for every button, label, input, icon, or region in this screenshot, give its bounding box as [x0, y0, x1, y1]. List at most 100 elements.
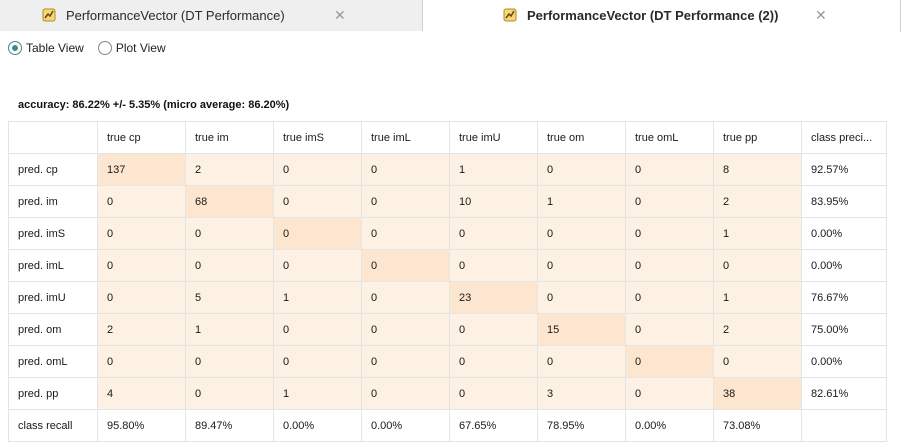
matrix-cell: 0: [449, 313, 538, 346]
matrix-cell: 0: [449, 249, 538, 282]
matrix-cell: 0: [185, 249, 274, 282]
performance-vector-icon: [503, 8, 517, 22]
plot-view-label: Plot View: [115, 41, 166, 55]
matrix-cell: 1: [185, 313, 274, 346]
table-row: pred. imS 0 0 0 0 0 0 0 1 0.00%: [8, 217, 887, 250]
matrix-cell: 0: [713, 345, 802, 378]
matrix-cell: 0: [97, 249, 186, 282]
matrix-cell: 8: [713, 153, 802, 186]
table-view-label: Table View: [26, 41, 84, 55]
row-label: pred. imL: [8, 249, 98, 282]
class-recall-cell: 89.47%: [185, 409, 274, 442]
column-header[interactable]: true imL: [361, 121, 450, 154]
column-header[interactable]: true omL: [625, 121, 714, 154]
matrix-cell: 0: [449, 217, 538, 250]
matrix-cell: 2: [97, 313, 186, 346]
matrix-cell: 0: [537, 153, 626, 186]
matrix-cell: 0: [537, 217, 626, 250]
class-precision-cell: 82.61%: [801, 377, 887, 410]
matrix-cell: 23: [449, 281, 538, 314]
matrix-cell: 0: [361, 377, 450, 410]
class-recall-cell: 0.00%: [625, 409, 714, 442]
class-recall-row: class recall 95.80% 89.47% 0.00% 0.00% 67.65%…: [8, 409, 887, 442]
table-row: pred. im 0 68 0 0 10 1 0 2 83.95%: [8, 185, 887, 218]
matrix-cell: 0: [361, 313, 450, 346]
row-label: pred. cp: [8, 153, 98, 186]
column-header[interactable]: true pp: [713, 121, 802, 154]
matrix-cell: 0: [361, 185, 450, 218]
matrix-cell: 1: [713, 281, 802, 314]
matrix-cell: 1: [273, 281, 362, 314]
matrix-cell: 0: [713, 249, 802, 282]
class-precision-cell: 75.00%: [801, 313, 887, 346]
matrix-cell: 0: [185, 377, 274, 410]
column-header[interactable]: true cp: [97, 121, 186, 154]
matrix-cell: 0: [625, 185, 714, 218]
class-recall-cell: 67.65%: [449, 409, 538, 442]
matrix-cell: 15: [537, 313, 626, 346]
matrix-cell: 2: [713, 313, 802, 346]
matrix-cell: 0: [625, 377, 714, 410]
row-label: pred. imU: [8, 281, 98, 314]
tab-label: PerformanceVector (DT Performance): [66, 8, 285, 23]
class-recall-cell: 78.95%: [537, 409, 626, 442]
column-header[interactable]: class preci...: [801, 121, 887, 154]
row-label: pred. pp: [8, 377, 98, 410]
tab-label: PerformanceVector (DT Performance (2)): [527, 8, 779, 23]
performance-vector-icon: [42, 8, 56, 22]
row-label: pred. omL: [8, 345, 98, 378]
matrix-cell: 0: [273, 217, 362, 250]
matrix-cell: 0: [273, 249, 362, 282]
matrix-cell: 1: [273, 377, 362, 410]
confusion-matrix-table: true cp true im true imS true imL true imU tr…: [8, 121, 887, 442]
close-icon[interactable]: ✕: [334, 7, 346, 24]
column-header[interactable]: true om: [537, 121, 626, 154]
plot-view-radio[interactable]: Plot View: [97, 41, 166, 55]
matrix-cell: 0: [273, 153, 362, 186]
matrix-cell: 0: [361, 217, 450, 250]
column-header[interactable]: [8, 121, 98, 154]
class-recall-cell: 0.00%: [273, 409, 362, 442]
table-view-radio[interactable]: Table View: [8, 41, 84, 55]
radio-unselected-icon[interactable]: [97, 41, 112, 55]
matrix-cell: 1: [537, 185, 626, 218]
row-label: pred. imS: [8, 217, 98, 250]
matrix-cell: 0: [625, 345, 714, 378]
table-row: pred. pp 4 0 1 0 0 3 0 38 82.61%: [8, 377, 887, 410]
table-header-row: true cp true im true imS true imL true imU tr…: [8, 121, 887, 154]
matrix-cell: 0: [361, 345, 450, 378]
matrix-cell: 137: [97, 153, 186, 186]
matrix-cell: 0: [625, 281, 714, 314]
radio-selected-icon[interactable]: [8, 41, 22, 55]
class-recall-cell: [801, 409, 887, 442]
editor-tab-bar: PerformanceVector (DT Performance) ✕ Per…: [0, 0, 901, 32]
matrix-cell: 5: [185, 281, 274, 314]
tab-performance-vector[interactable]: PerformanceVector (DT Performance) ✕: [0, 0, 423, 31]
matrix-cell: 0: [185, 217, 274, 250]
table-row: pred. imU 0 5 1 0 23 0 0 1 76.67%: [8, 281, 887, 314]
matrix-cell: 0: [97, 185, 186, 218]
matrix-cell: 0: [361, 153, 450, 186]
matrix-cell: 4: [97, 377, 186, 410]
column-header[interactable]: true imU: [449, 121, 538, 154]
close-icon[interactable]: ✕: [815, 7, 827, 24]
matrix-cell: 1: [449, 153, 538, 186]
table-row: pred. cp 137 2 0 0 1 0 0 8 92.57%: [8, 153, 887, 186]
view-selector: Table View Plot View: [8, 40, 180, 56]
class-precision-cell: 0.00%: [801, 217, 887, 250]
class-precision-cell: 0.00%: [801, 345, 887, 378]
column-header[interactable]: true im: [185, 121, 274, 154]
matrix-cell: 38: [713, 377, 802, 410]
class-precision-cell: 76.67%: [801, 281, 887, 314]
tab-performance-vector-2[interactable]: PerformanceVector (DT Performance (2)) ✕: [423, 0, 901, 32]
matrix-cell: 0: [361, 249, 450, 282]
class-precision-cell: 83.95%: [801, 185, 887, 218]
matrix-cell: 0: [449, 345, 538, 378]
matrix-cell: 0: [273, 185, 362, 218]
matrix-cell: 0: [625, 313, 714, 346]
matrix-cell: 2: [713, 185, 802, 218]
column-header[interactable]: true imS: [273, 121, 362, 154]
matrix-cell: 2: [185, 153, 274, 186]
matrix-cell: 0: [97, 217, 186, 250]
class-precision-cell: 0.00%: [801, 249, 887, 282]
